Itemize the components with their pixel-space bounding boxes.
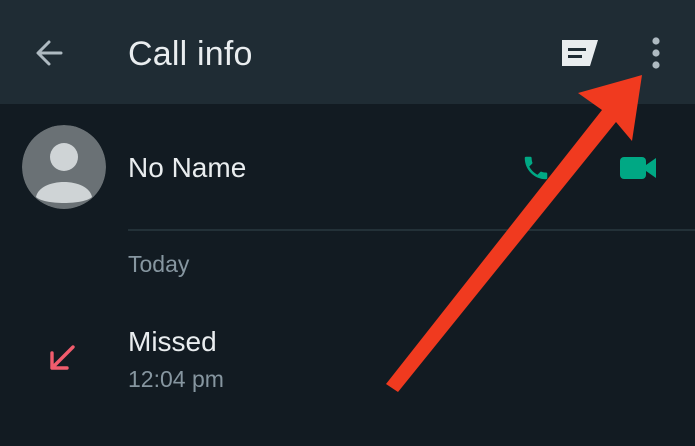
message-icon bbox=[562, 40, 598, 66]
call-time: 12:04 pm bbox=[128, 366, 224, 392]
video-camera-icon bbox=[620, 157, 656, 179]
call-status: Missed bbox=[128, 326, 217, 357]
call-history-item: Missed 12:04 pm bbox=[0, 318, 695, 400]
more-vertical-icon bbox=[652, 37, 660, 69]
more-options-button[interactable] bbox=[636, 30, 676, 76]
arrow-left-icon bbox=[36, 40, 63, 66]
message-button[interactable] bbox=[554, 32, 606, 74]
back-button[interactable] bbox=[28, 32, 70, 74]
app-bar: Call info bbox=[0, 0, 695, 104]
page-title: Call info bbox=[128, 35, 253, 73]
missed-call-arrow-icon bbox=[50, 345, 75, 370]
default-avatar-icon bbox=[22, 125, 106, 209]
contact-name: No Name bbox=[128, 152, 247, 183]
phone-icon bbox=[524, 156, 548, 180]
divider bbox=[128, 229, 695, 231]
contact-avatar[interactable] bbox=[22, 125, 106, 209]
video-call-button[interactable] bbox=[614, 148, 662, 188]
contact-row[interactable]: No Name bbox=[0, 104, 695, 230]
call-info-screen: Call info No Name Today Missed 12:04 pm bbox=[0, 0, 695, 446]
section-header-date: Today bbox=[128, 251, 190, 277]
voice-call-button[interactable] bbox=[516, 148, 556, 188]
